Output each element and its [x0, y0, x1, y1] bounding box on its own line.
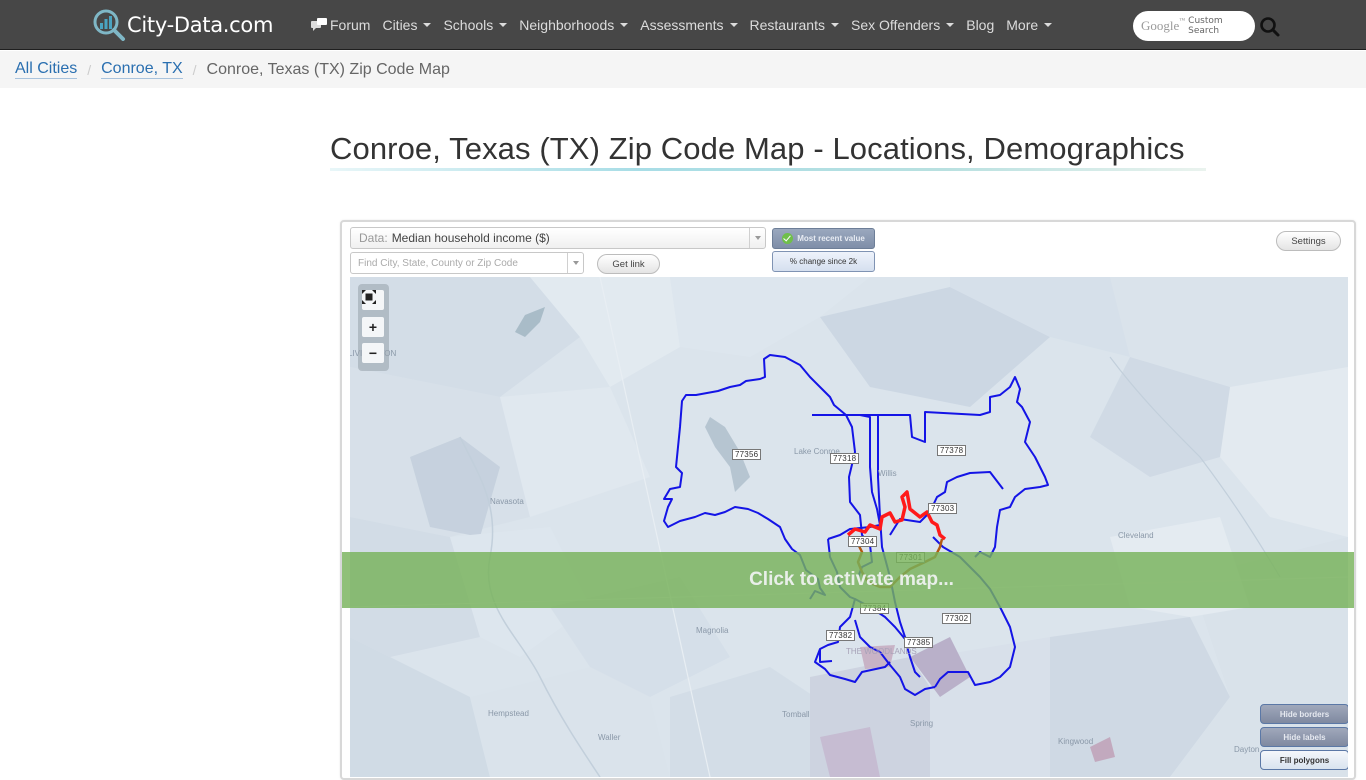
settings-button[interactable]: Settings [1276, 231, 1341, 251]
place-label-magnolia: Magnolia [696, 626, 729, 635]
place-label-dayton: Dayton [1234, 745, 1260, 754]
caret-down-icon [499, 23, 508, 27]
place-label-cleveland: Cleveland [1118, 531, 1154, 540]
conroe-city-boundary [846, 490, 947, 541]
percent-change-toggle[interactable]: % change since 2k [772, 251, 875, 272]
find-location-input[interactable]: Find City, State, County or Zip Code [350, 252, 584, 274]
magnifier-chart-icon [92, 9, 126, 41]
custom-search-label: Custom Search [1188, 16, 1223, 36]
caret-down-icon [620, 23, 629, 27]
zip-label-77385: 77385 [904, 637, 934, 648]
place-label-tomball: Tomball [782, 710, 810, 719]
nav-forum-label: Forum [330, 17, 371, 33]
get-link-button[interactable]: Get link [597, 254, 660, 274]
place-label-spring: Spring [910, 719, 934, 728]
zoom-controls: + − [358, 284, 389, 371]
nav-more-label: More [1006, 17, 1039, 33]
breadcrumb-separator: / [87, 61, 92, 78]
zip-label-77356: 77356 [732, 449, 762, 460]
dropdown-arrow-icon [567, 253, 583, 273]
zip-label-77382: 77382 [826, 630, 856, 641]
dropdown-arrow-icon [749, 228, 765, 248]
google-label: Google [1141, 18, 1180, 33]
caret-down-icon [423, 23, 432, 27]
data-select-label: Data: [359, 231, 388, 245]
title-underline [330, 168, 1206, 171]
most-recent-value-label: Most recent value [797, 234, 865, 243]
place-label-kingwood: Kingwood [1058, 737, 1094, 746]
data-select-dropdown[interactable]: Data: Median household income ($) [350, 227, 766, 249]
nav-assessments-label: Assessments [640, 17, 724, 33]
zip-boundary-77318 [812, 414, 881, 540]
nav-restaurants[interactable]: Restaurants [750, 17, 839, 33]
nav-blog-label: Blog [966, 17, 995, 33]
nav-more[interactable]: More [1006, 17, 1053, 33]
place-label-hempstead: Hempstead [488, 709, 529, 718]
zip-label-77304: 77304 [848, 536, 878, 547]
zoom-out-button[interactable]: − [362, 343, 384, 363]
caret-down-icon [729, 23, 738, 27]
page-title: Conroe, Texas (TX) Zip Code Map - Locati… [330, 131, 1185, 166]
trademark: ™ [1179, 18, 1186, 24]
nav-forum[interactable]: Forum [311, 17, 370, 33]
top-navbar: City-Data.com Forum Cities Schools Neigh… [0, 0, 1366, 50]
breadcrumb-conroe-tx[interactable]: Conroe, TX [101, 60, 183, 79]
site-logo[interactable]: City-Data.com [92, 9, 273, 41]
nav-schools[interactable]: Schools [443, 17, 508, 33]
zoom-in-button[interactable]: + [362, 317, 384, 337]
breadcrumb-all-cities[interactable]: All Cities [15, 60, 78, 79]
nav-neighborhoods[interactable]: Neighborhoods [519, 17, 629, 33]
nav-blog[interactable]: Blog [966, 17, 994, 33]
search-button[interactable] [1259, 16, 1281, 38]
map-canvas[interactable]: LIVINGSTON Navasota Cleveland Magnolia H… [350, 277, 1348, 777]
zip-boundaries-layer [663, 354, 1049, 696]
place-label-willis: Willis [878, 469, 897, 478]
breadcrumb-current: Conroe, Texas (TX) Zip Code Map [206, 60, 450, 78]
activate-map-overlay[interactable]: Click to activate map... [342, 552, 1354, 608]
zip-label-77378: 77378 [937, 445, 967, 456]
fit-extent-icon [362, 290, 376, 304]
hide-borders-button[interactable]: Hide borders [1260, 704, 1348, 724]
nav-neighborhoods-label: Neighborhoods [519, 17, 615, 33]
caret-down-icon [830, 23, 839, 27]
google-custom-search-input[interactable]: Google™ Custom Search [1133, 11, 1255, 41]
logo-text: City-Data.com [127, 13, 274, 37]
google-logo-text: Google™ [1141, 18, 1185, 34]
fill-polygons-button[interactable]: Fill polygons [1260, 750, 1348, 770]
nav-assessments[interactable]: Assessments [640, 17, 738, 33]
checkmark-icon [782, 233, 794, 244]
breadcrumb-separator: / [192, 61, 197, 78]
find-location-placeholder: Find City, State, County or Zip Code [358, 257, 518, 269]
main-nav: Forum Cities Schools Neighborhoods Asses… [311, 0, 1064, 50]
zip-label-77318: 77318 [830, 453, 860, 464]
forum-icon [311, 18, 327, 32]
nav-sex-offenders[interactable]: Sex Offenders [850, 17, 955, 33]
data-select-value: Median household income ($) [391, 231, 550, 245]
nav-cities[interactable]: Cities [382, 17, 432, 33]
most-recent-value-toggle[interactable]: Most recent value [772, 228, 875, 249]
caret-down-icon [946, 23, 955, 27]
zip-label-77303: 77303 [928, 503, 958, 514]
nav-cities-label: Cities [382, 17, 418, 33]
place-label-navasota: Navasota [490, 497, 524, 506]
zip-code-map-widget: Data: Median household income ($) Find C… [340, 220, 1356, 780]
place-label-the-woodlands: THE WOODLANDS [846, 647, 917, 656]
zip-label-77302: 77302 [942, 613, 972, 624]
activate-map-message: Click to activate map... [749, 569, 954, 590]
nav-sex-offenders-label: Sex Offenders [850, 17, 941, 33]
search-icon [1260, 17, 1280, 37]
caret-down-icon [1044, 23, 1053, 27]
breadcrumb: All Cities / Conroe, TX / Conroe, Texas … [0, 51, 1366, 88]
place-label-waller: Waller [598, 733, 621, 742]
fit-extent-button[interactable] [362, 290, 384, 310]
nav-restaurants-label: Restaurants [749, 17, 825, 33]
hide-labels-button[interactable]: Hide labels [1260, 727, 1348, 747]
nav-schools-label: Schools [443, 17, 494, 33]
